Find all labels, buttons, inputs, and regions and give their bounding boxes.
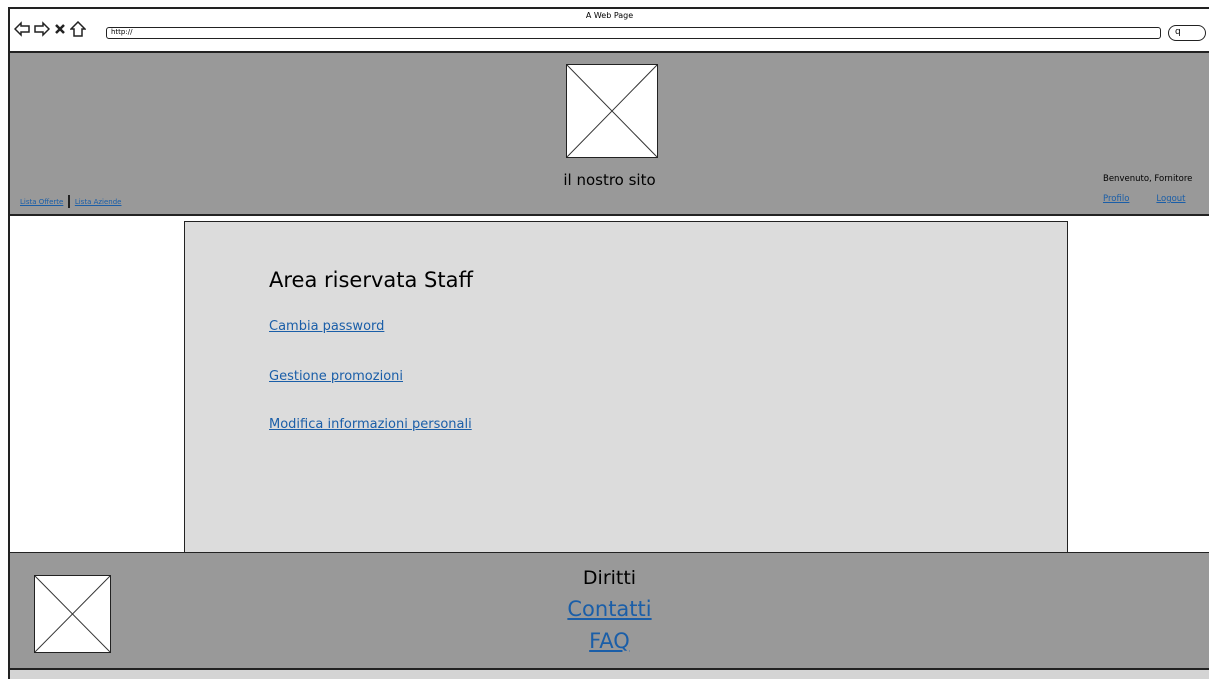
search-button[interactable]: q (1168, 25, 1206, 41)
nav-buttons (14, 20, 86, 38)
browser-chrome: A Web Page http:// q (10, 9, 1209, 53)
url-input[interactable]: http:// (106, 27, 1161, 39)
back-arrow-icon[interactable] (14, 21, 30, 37)
site-footer: Diritti Contatti FAQ (10, 552, 1209, 670)
edit-personal-info-link[interactable]: Modifica informazioni personali (269, 417, 472, 432)
close-icon[interactable] (54, 21, 66, 37)
faq-link[interactable]: FAQ (589, 629, 630, 653)
site-header: il nostro sito Lista Offerte Lista Azien… (10, 53, 1209, 216)
manage-promotions-link[interactable]: Gestione promozioni (269, 369, 403, 384)
profile-link[interactable]: Profilo (1103, 194, 1129, 204)
browser-window: A Web Page http:// q il nostro sito List… (8, 7, 1209, 679)
logout-link[interactable]: Logout (1156, 194, 1185, 204)
search-icon: q (1175, 27, 1181, 37)
logo-image-placeholder (566, 64, 658, 158)
footer-rights: Diritti (582, 567, 637, 589)
contacts-link[interactable]: Contatti (567, 597, 651, 621)
page-title: Area riservata Staff (269, 268, 473, 292)
user-links: Profilo Logout (1103, 194, 1186, 204)
nav-link-lista-offerte[interactable]: Lista Offerte (20, 198, 63, 206)
forward-arrow-icon[interactable] (34, 21, 50, 37)
header-nav: Lista Offerte Lista Aziende (20, 195, 121, 208)
status-bar (10, 670, 1209, 679)
nav-divider (68, 195, 70, 208)
window-title: A Web Page (585, 11, 634, 20)
change-password-link[interactable]: Cambia password (269, 319, 384, 334)
home-icon[interactable] (70, 21, 86, 37)
site-name: il nostro sito (563, 171, 656, 189)
welcome-text: Benvenuto, Fornitore (1103, 174, 1193, 184)
nav-link-lista-aziende[interactable]: Lista Aziende (75, 198, 122, 206)
